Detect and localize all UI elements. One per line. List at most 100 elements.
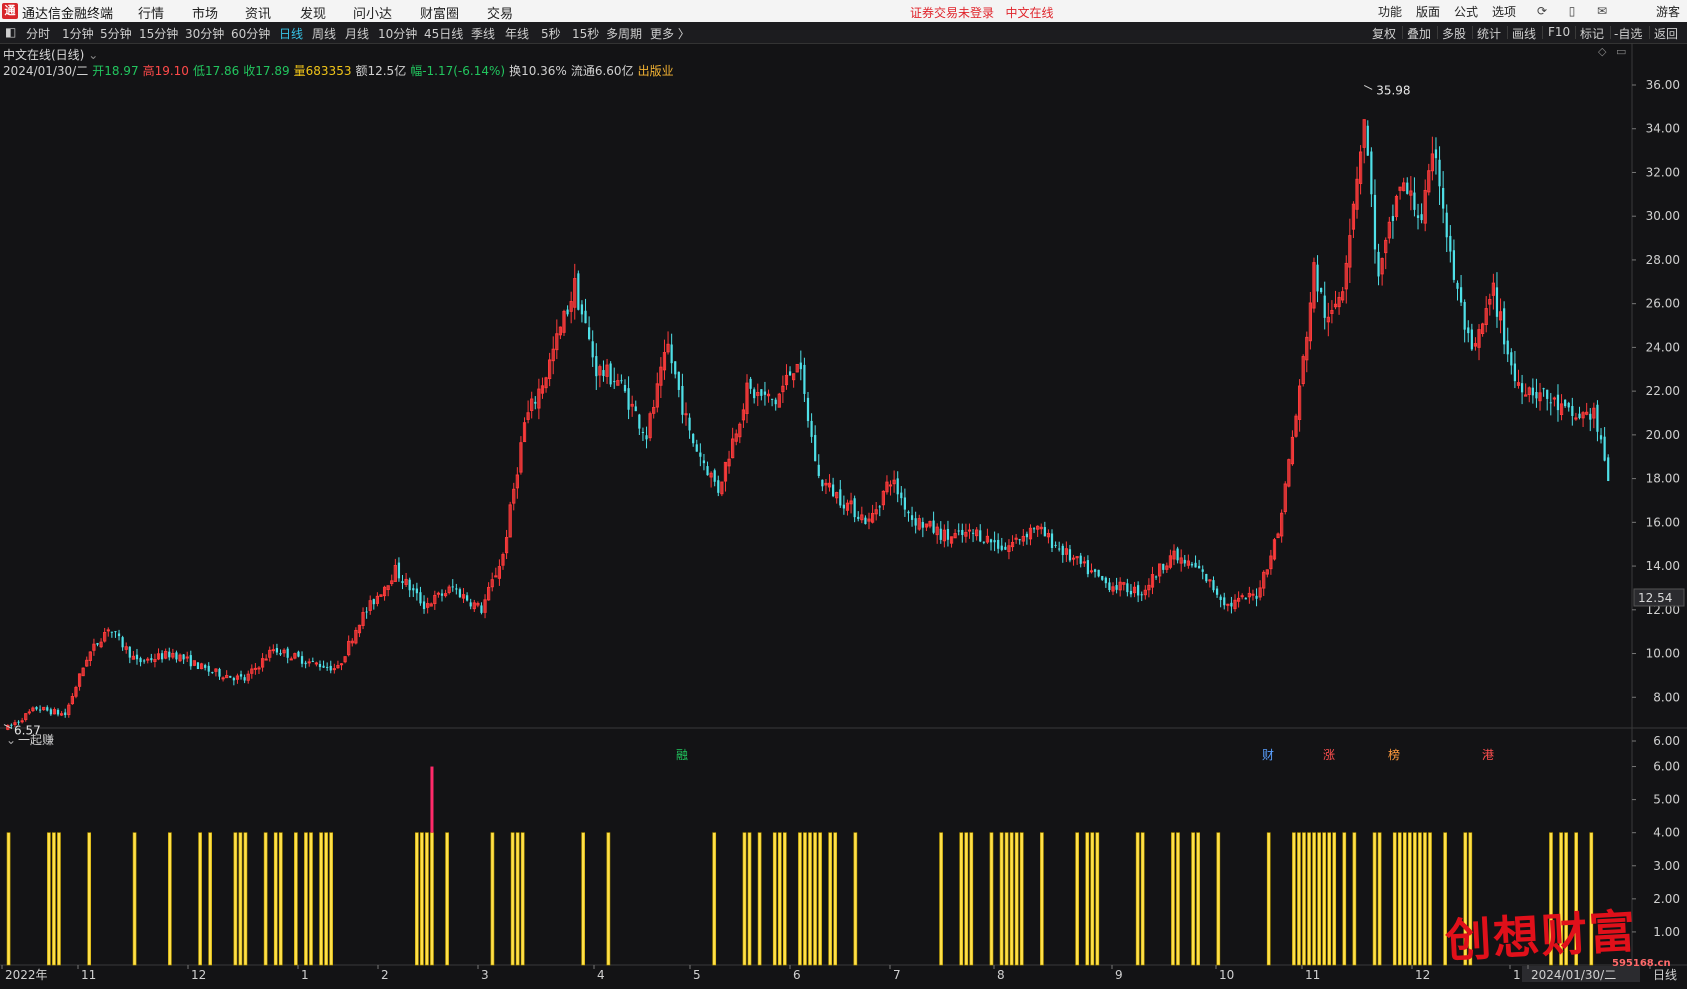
candle-body-down [1050,533,1054,548]
period-5sec[interactable]: 5秒 [541,25,561,42]
period-weekly[interactable]: 周线 [312,25,336,42]
candle-body-down [1391,216,1395,221]
period-15sec[interactable]: 15秒 [572,25,599,42]
tool-diejia[interactable]: 叠加 [1407,25,1431,42]
indicator-bar [168,832,172,966]
indicator-bar [208,832,212,966]
menu-item-zixun[interactable]: 资讯 [245,3,271,22]
candle-body-down [300,656,304,664]
candle-body-down [465,595,469,601]
candle-body-down [914,518,917,526]
candle-body-down [1061,545,1064,556]
price-tick-label: 14.00 [1646,559,1680,573]
indicator-bar [1014,832,1019,966]
indicator-bar [803,832,807,966]
candle-body-up [314,662,319,665]
candle-body-down [810,420,813,437]
tool-fuquan[interactable]: 复权 [1372,25,1396,42]
candle-body-down [1416,215,1420,218]
candle-body-down [1004,546,1007,550]
tool-huaxian[interactable]: 画线 [1512,25,1536,42]
period-10min[interactable]: 10分钟 [378,25,417,42]
indicator-tick-label: 6.00 [1653,760,1680,774]
period-daily[interactable]: 日线 [279,25,303,42]
tool-zixuan[interactable]: -自选 [1614,25,1642,42]
menu-right-gongshi[interactable]: 公式 [1454,3,1478,20]
candle-body-down [1129,590,1133,595]
candle-body-down [634,406,637,412]
tool-duogu[interactable]: 多股 [1442,25,1466,42]
period-30min[interactable]: 30分钟 [185,25,224,42]
candle-body-down [211,672,214,674]
menu-item-caifuquan[interactable]: 财富圈 [420,3,459,22]
candle-body-down [857,516,860,519]
tool-tongji[interactable]: 统计 [1477,25,1501,42]
watermark-url: 595168.cn [1612,958,1671,969]
tool-fanhui[interactable]: 返回 [1654,25,1678,42]
mail-icon[interactable]: ✉ [1595,4,1609,18]
candle-body-down [1154,576,1158,578]
candle-body-down [229,675,232,678]
candle-body-down [595,356,598,377]
candle-body-down [1578,413,1581,419]
candle-body-down [469,602,472,607]
candle-body-down [979,530,982,542]
candle-body-down [677,371,680,390]
candle-body-up [339,663,344,666]
indicator-bar [999,832,1004,966]
candle-body-down [1212,580,1215,591]
period-more[interactable]: 更多 〉 [650,25,690,42]
toolbar-divider [1575,26,1576,39]
indicator-bar [1392,832,1397,966]
sidebar-toggle-icon[interactable]: ◧ [5,25,16,39]
menu-right-xuanxiang[interactable]: 选项 [1492,3,1516,20]
indicator-bar [1312,832,1316,966]
kline-chart[interactable]: 36.0034.0032.0030.0028.0026.0024.0022.00… [0,43,1687,989]
time-tick-label: 2024/01/30/二 [1531,968,1616,982]
candle-body-down [1571,406,1574,416]
indicator-bar [1408,832,1412,966]
period-1min[interactable]: 1分钟 [62,25,94,42]
menu-right-gongneng[interactable]: 功能 [1378,3,1402,20]
indicator-bar [818,832,822,966]
login-notice[interactable]: 证券交易未登录 中文在线 [910,4,1053,21]
candle-body-down [207,665,210,672]
guest-label[interactable]: 游客 [1656,3,1680,20]
period-quarterly[interactable]: 季线 [471,25,495,42]
indicator-bar [777,832,782,966]
candle-body-down [1194,562,1197,568]
candle-body-down [907,511,910,514]
period-60min[interactable]: 60分钟 [231,25,270,42]
candle-body-down [1316,264,1319,292]
candle-body-down [1104,577,1107,584]
menu-right-banmian[interactable]: 版面 [1416,3,1440,20]
period-multi[interactable]: 多周期 [606,25,642,42]
candle-body-down [1495,287,1499,317]
indicator-tick-label: 3.00 [1653,859,1680,873]
tool-f10[interactable]: F10 [1548,25,1570,39]
price-tick-label: 36.00 [1646,78,1680,92]
tool-biaoji[interactable]: 标记 [1580,25,1604,42]
price-tick-label: 34.00 [1646,122,1680,136]
menu-item-hangqing[interactable]: 行情 [138,3,164,22]
period-5min[interactable]: 5分钟 [100,25,132,42]
period-15min[interactable]: 15分钟 [139,25,178,42]
time-tick-label: 12 [191,968,206,982]
refresh-icon[interactable]: ⟳ [1535,4,1549,18]
menu-item-jiaoyi[interactable]: 交易 [487,3,513,22]
period-monthly[interactable]: 月线 [345,25,369,42]
time-tick-label: 7 [893,968,901,982]
price-tick-label: 8.00 [1653,690,1680,704]
indicator-bar [52,832,56,966]
candle-body-down [96,642,99,645]
menu-item-faxian[interactable]: 发现 [300,3,326,22]
period-45day[interactable]: 45日线 [424,25,463,42]
phone-icon[interactable]: ▯ [1565,4,1579,18]
period-yearly[interactable]: 年线 [505,25,529,42]
menu-item-shichang[interactable]: 市场 [192,3,218,22]
indicator-bar [57,832,61,966]
indicator-bar [294,832,298,966]
candle-body-down [674,361,677,375]
period-fenshi[interactable]: 分时 [26,25,50,42]
menu-item-wenxiaoda[interactable]: 问小达 [353,3,392,22]
